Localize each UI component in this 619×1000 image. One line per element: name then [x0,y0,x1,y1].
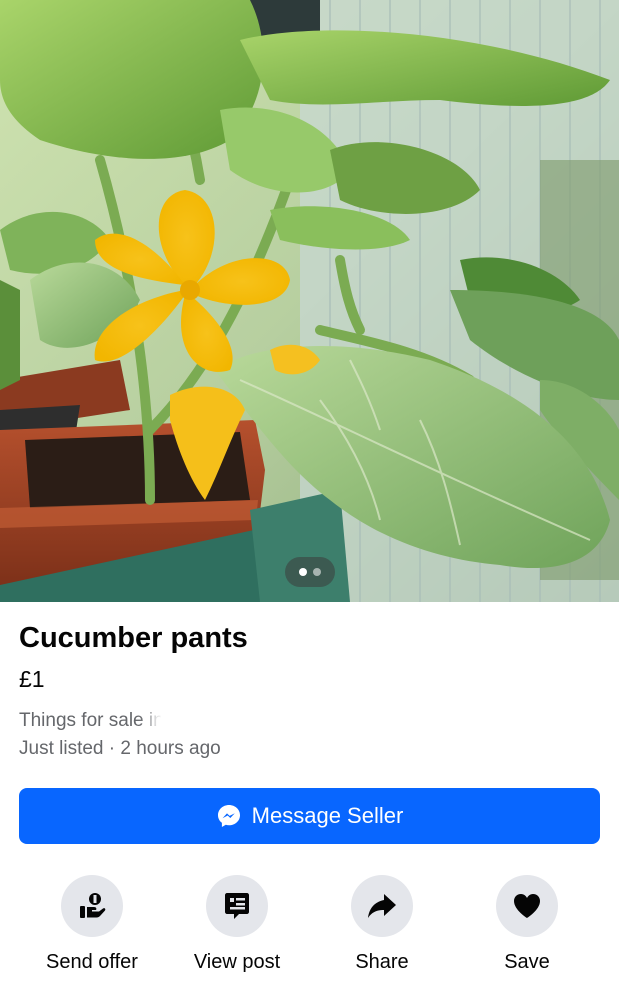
listing-price: £1 [19,666,45,692]
action-bar: Send offer View post Share Save [0,875,619,985]
save-button[interactable]: Save [467,875,587,975]
pager-dot[interactable] [313,568,321,576]
listing-time: Just listed · 2 hours ago [19,738,221,759]
message-seller-button[interactable]: Message Seller [19,788,600,844]
heart-icon [496,875,558,937]
share-button[interactable]: Share [322,875,442,975]
listing-title: Cucumber pants [19,622,248,654]
view-post-label: View post [193,951,281,973]
listing-photo[interactable] [0,0,619,602]
view-post-icon [206,875,268,937]
view-post-button[interactable]: View post [177,875,297,975]
message-seller-label: Message Seller [251,803,404,828]
messenger-icon [216,803,242,829]
listing-location[interactable]: Things for sale in [19,708,164,734]
send-offer-button[interactable]: Send offer [32,875,152,975]
send-offer-icon [61,875,123,937]
cucumber-plant-image [0,0,619,602]
share-icon [351,875,413,937]
share-label: Share [355,951,409,973]
pager-dot-active[interactable] [299,568,307,576]
image-pager[interactable] [285,557,335,587]
marketplace-listing-page: Cucumber pants £1 Things for sale in Jus… [0,0,619,1000]
send-offer-label: Send offer [46,951,138,973]
save-label: Save [504,951,550,973]
